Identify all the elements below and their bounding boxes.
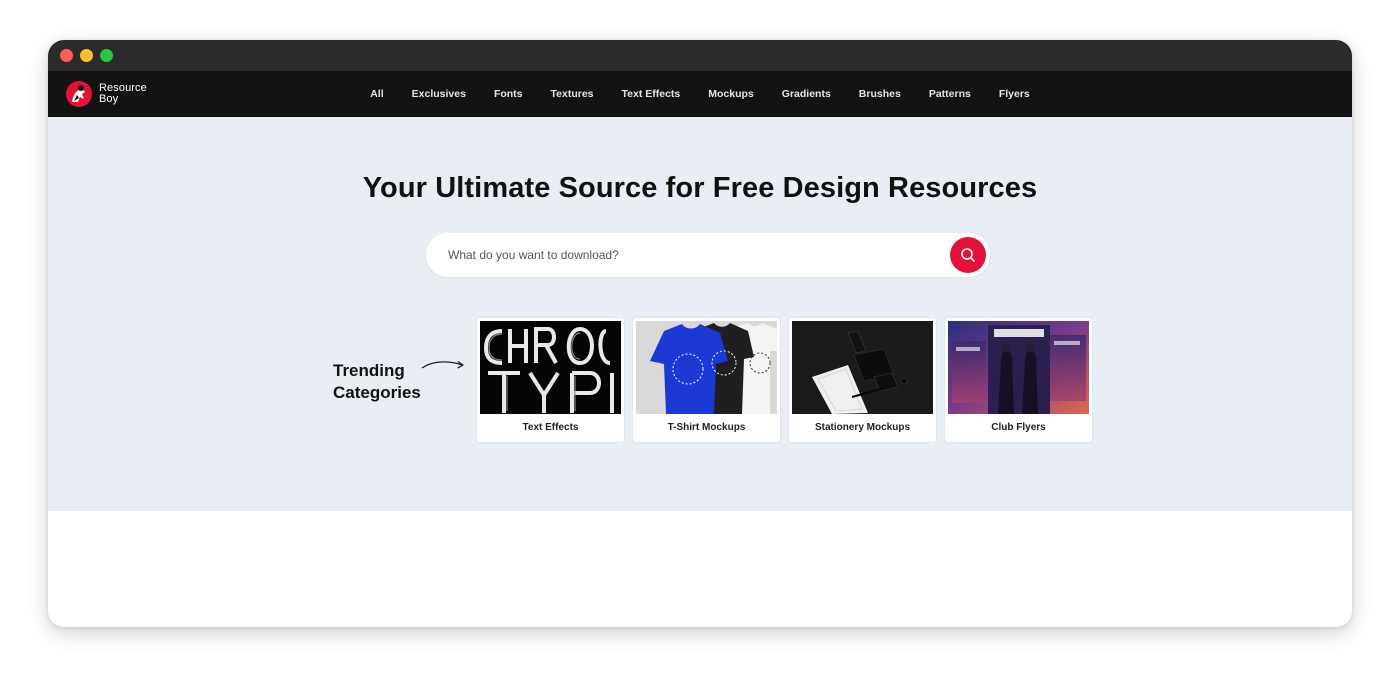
nav-item-textures[interactable]: Textures bbox=[537, 88, 608, 100]
nav-item-mockups[interactable]: Mockups bbox=[694, 88, 768, 100]
text-effects-thumbnail bbox=[480, 321, 621, 414]
main-nav: All Exclusives Fonts Textures Text Effec… bbox=[48, 71, 1352, 117]
nav-item-flyers[interactable]: Flyers bbox=[985, 88, 1044, 100]
category-card-label: Text Effects bbox=[522, 422, 579, 433]
category-card-stationery-mockups[interactable]: Stationery Mockups bbox=[789, 318, 936, 442]
trending-label-line-1: Trending bbox=[333, 361, 405, 380]
window-maximize-button[interactable] bbox=[100, 49, 113, 62]
search-input[interactable] bbox=[448, 233, 928, 277]
nav-item-exclusives[interactable]: Exclusives bbox=[398, 88, 480, 100]
window-close-button[interactable] bbox=[60, 49, 73, 62]
trending-categories-label: Trending Categories bbox=[333, 360, 421, 404]
nav-item-fonts[interactable]: Fonts bbox=[480, 88, 537, 100]
hero-section: Your Ultimate Source for Free Design Res… bbox=[48, 117, 1352, 511]
category-card-label: Stationery Mockups bbox=[814, 422, 911, 433]
trending-label-line-2: Categories bbox=[333, 383, 421, 402]
browser-window: Resource Boy All Exclusives Fonts Textur… bbox=[48, 40, 1352, 627]
club-flyers-thumbnail bbox=[948, 321, 1089, 414]
category-card-text-effects[interactable]: Text Effects bbox=[477, 318, 624, 442]
nav-item-text-effects[interactable]: Text Effects bbox=[608, 88, 695, 100]
t-shirt-mockups-thumbnail bbox=[636, 321, 777, 414]
nav-item-gradients[interactable]: Gradients bbox=[768, 88, 845, 100]
category-card-label: Club Flyers bbox=[991, 422, 1046, 433]
nav-item-brushes[interactable]: Brushes bbox=[845, 88, 915, 100]
category-card-label: T-Shirt Mockups bbox=[667, 422, 746, 433]
search-button[interactable] bbox=[950, 237, 986, 273]
page-title: Your Ultimate Source for Free Design Res… bbox=[362, 172, 1038, 204]
stationery-mockups-thumbnail bbox=[792, 321, 933, 414]
curved-arrow-icon bbox=[421, 360, 464, 369]
search-bar bbox=[426, 233, 990, 277]
window-minimize-button[interactable] bbox=[80, 49, 93, 62]
category-card-t-shirt-mockups[interactable]: T-Shirt Mockups bbox=[633, 318, 780, 442]
category-card-club-flyers[interactable]: Club Flyers bbox=[945, 318, 1092, 442]
nav-item-all[interactable]: All bbox=[356, 88, 397, 100]
window-titlebar bbox=[48, 40, 1352, 71]
top-navbar: Resource Boy All Exclusives Fonts Textur… bbox=[48, 71, 1352, 117]
trending-categories-grid: Text Effects T-Shirt Mockups Stationery … bbox=[477, 318, 1092, 442]
nav-item-patterns[interactable]: Patterns bbox=[915, 88, 985, 100]
search-icon bbox=[961, 248, 975, 262]
